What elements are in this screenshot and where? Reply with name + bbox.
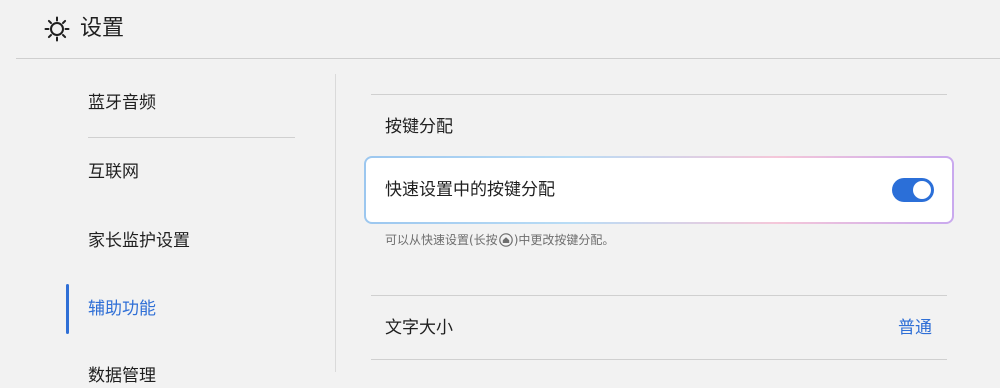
page-title: 设置 xyxy=(80,16,125,41)
row-divider xyxy=(371,359,947,360)
section-title-button-mapping: 按键分配 xyxy=(385,117,453,137)
sidebar-item-internet[interactable]: 互联网 xyxy=(88,160,139,184)
text-size-value[interactable]: 普通 xyxy=(898,316,932,340)
quick-settings-button-mapping-label: 快速设置中的按键分配 xyxy=(385,180,555,200)
quick-settings-button-mapping-row[interactable]: 快速设置中的按键分配 xyxy=(364,156,954,224)
app-header: 设置 xyxy=(0,0,1000,58)
sidebar-item-data-management[interactable]: 数据管理 xyxy=(88,364,156,388)
quick-settings-button-mapping-toggle[interactable] xyxy=(892,178,934,202)
home-button-icon xyxy=(498,233,513,247)
gear-icon xyxy=(44,16,70,42)
quick-settings-hint: 可以从快速设置(长按 )中更改按键分配。 xyxy=(385,231,614,249)
toggle-knob xyxy=(913,181,931,199)
text-size-label[interactable]: 文字大小 xyxy=(385,316,453,340)
sidebar-item-bluetooth-audio[interactable]: 蓝牙音频 xyxy=(88,91,156,115)
sidebar-item-parental-controls[interactable]: 家长监护设置 xyxy=(88,229,190,253)
sidebar xyxy=(0,59,335,372)
sidebar-item-accessibility[interactable]: 辅助功能 xyxy=(88,297,156,321)
hint-text-before: 可以从快速设置(长按 xyxy=(385,233,498,247)
active-indicator xyxy=(66,284,69,334)
sidebar-divider xyxy=(88,137,295,138)
section-top-divider xyxy=(371,94,947,95)
row-divider xyxy=(371,295,947,296)
hint-text-after: )中更改按键分配。 xyxy=(513,233,615,247)
